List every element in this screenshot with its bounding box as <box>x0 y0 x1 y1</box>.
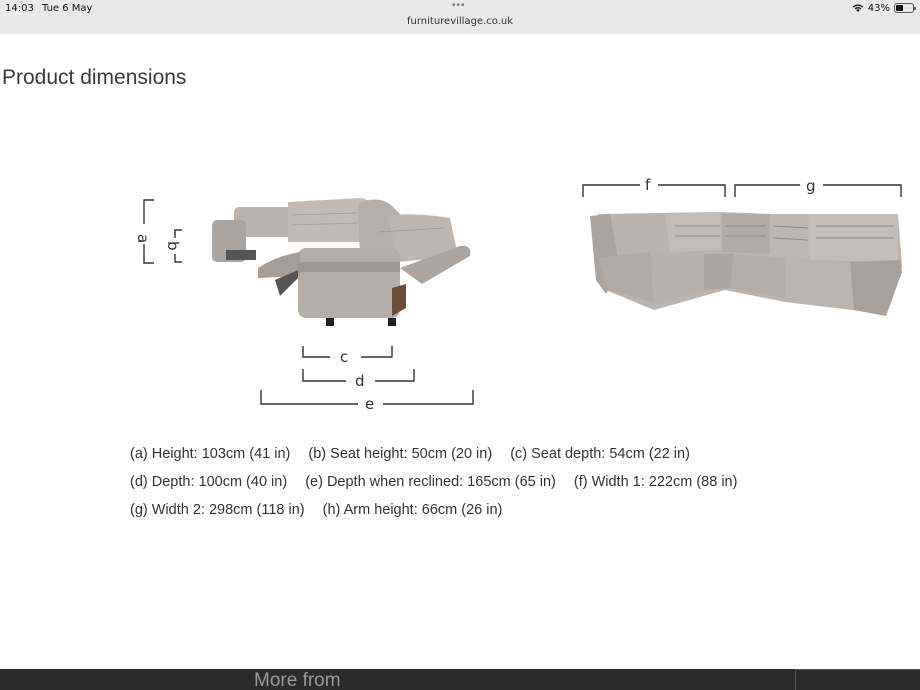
dimensions-row: (d) Depth: 100cm (40 in) (e) Depth when … <box>130 468 751 496</box>
battery-icon <box>894 3 916 13</box>
label-a: a <box>134 234 152 243</box>
bottom-panel[interactable] <box>795 669 920 690</box>
battery-percent: 43% <box>867 2 890 14</box>
bracket-g <box>734 184 902 197</box>
address-bar[interactable]: furniturevillage.co.uk <box>0 16 920 27</box>
dimension-arm-height: (h) Arm height: 66cm (26 in) <box>322 502 503 518</box>
battery-level <box>896 5 903 11</box>
status-date: Tue 6 May <box>42 3 93 14</box>
label-g: g <box>806 177 816 195</box>
dimension-width-1: (f) Width 1: 222cm (88 in) <box>573 474 738 490</box>
dimension-width-2: (g) Width 2: 298cm (118 in) <box>130 502 305 518</box>
dimensions-row: (a) Height: 103cm (41 in) (b) Seat heigh… <box>130 440 751 468</box>
product-diagram: a b c d e f g <box>130 170 910 420</box>
wifi-icon <box>852 3 864 13</box>
label-f: f <box>645 176 651 194</box>
dimension-seat-depth: (c) Seat depth: 54cm (22 in) <box>510 446 690 462</box>
sofa-side-view <box>212 198 471 326</box>
page-title: Product dimensions <box>2 66 187 89</box>
label-b: b <box>164 241 182 251</box>
label-e: e <box>365 395 374 413</box>
dimension-seat-height: (b) Seat height: 50cm (20 in) <box>308 446 493 462</box>
status-bar: 14:03 Tue 6 May ••• furniturevillage.co.… <box>0 0 920 34</box>
status-indicators: 43% <box>852 2 916 14</box>
bracket-a <box>143 199 154 264</box>
more-dots-icon[interactable]: ••• <box>452 0 466 11</box>
dimension-depth-reclined: (e) Depth when reclined: 165cm (65 in) <box>305 474 556 490</box>
dimension-depth: (d) Depth: 100cm (40 in) <box>130 474 288 490</box>
label-d: d <box>355 372 365 390</box>
dimension-height: (a) Height: 103cm (41 in) <box>130 446 291 462</box>
dimensions-row: (g) Width 2: 298cm (118 in) (h) Arm heig… <box>130 496 751 524</box>
bottom-bar: More from <box>0 669 920 690</box>
dimensions-list: (a) Height: 103cm (41 in) (b) Seat heigh… <box>130 440 751 524</box>
bracket-f <box>582 184 726 197</box>
sofa-front-view <box>590 212 902 316</box>
more-from-heading[interactable]: More from <box>254 671 341 690</box>
dimension-drawing: a b c d e f g <box>134 176 902 413</box>
status-time: 14:03 <box>5 3 34 14</box>
label-c: c <box>340 348 348 366</box>
